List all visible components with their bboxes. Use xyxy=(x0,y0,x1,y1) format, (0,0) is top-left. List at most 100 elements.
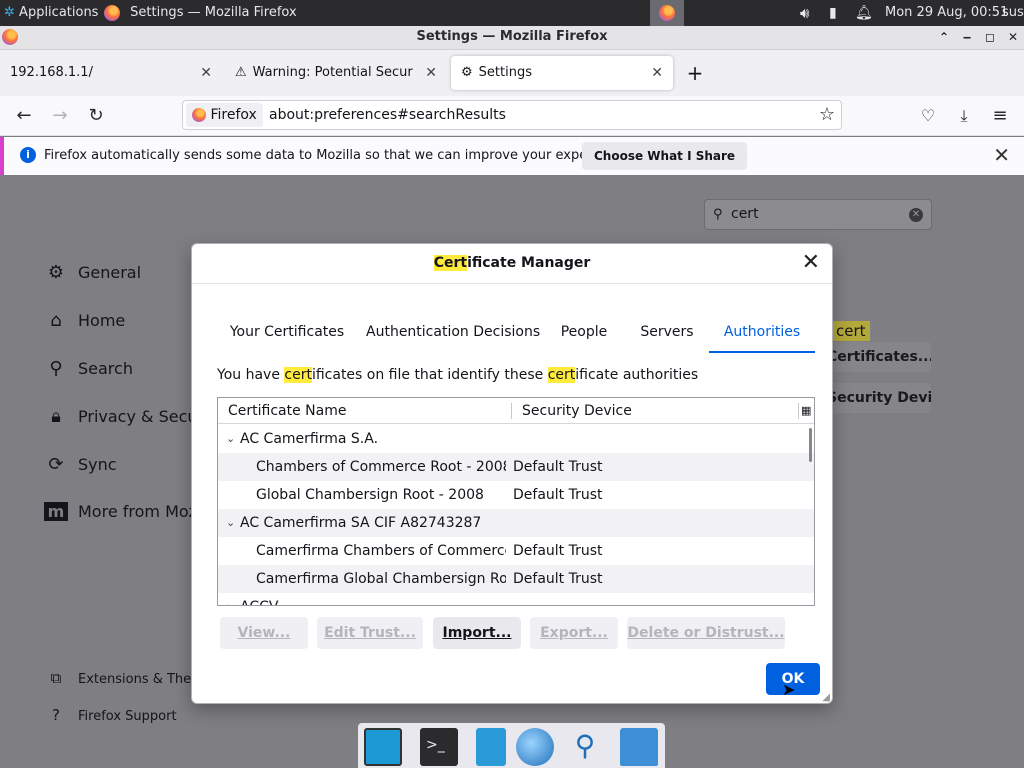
hamburger-menu-icon[interactable]: ≡ xyxy=(986,102,1014,130)
cert-name: Camerfirma Chambers of Commerce R... xyxy=(256,543,506,559)
sidebar-item-general[interactable]: ⚙ General xyxy=(44,262,141,283)
button-label: View... xyxy=(237,625,291,641)
window-shade-icon[interactable]: ⌃ xyxy=(935,28,953,46)
bookmark-star-icon[interactable]: ☆ xyxy=(819,101,835,129)
chevron-right-icon[interactable]: › xyxy=(226,593,230,605)
tree-group-row[interactable]: ⌄ AC Camerfirma S.A. xyxy=(218,425,814,453)
column-picker-icon[interactable]: ▦ xyxy=(801,398,811,424)
info-icon: i xyxy=(20,147,36,163)
home-icon: ⌂ xyxy=(50,310,62,331)
tab-servers[interactable]: Servers xyxy=(632,313,702,353)
show-desktop-icon[interactable] xyxy=(364,728,402,766)
sidebar-item-home[interactable]: ⌂ Home xyxy=(44,310,125,331)
resize-grip-icon[interactable]: ◢ xyxy=(822,692,830,703)
forward-arrow-icon[interactable]: → xyxy=(46,102,74,130)
new-tab-plus-icon[interactable]: + xyxy=(684,58,706,88)
chevron-down-icon[interactable]: ⌄ xyxy=(226,509,235,537)
downloads-icon[interactable]: ⤓ xyxy=(950,102,978,130)
dialog-close-icon[interactable]: ✕ xyxy=(802,252,820,274)
tab-authentication-decisions[interactable]: Authentication Decisions xyxy=(366,313,540,353)
tab-security-warning[interactable]: ⚠Warning: Potential Security Risk Ahead … xyxy=(225,56,447,90)
tree-group-row[interactable]: › ACCV xyxy=(218,593,814,605)
tree-row[interactable]: Camerfirma Chambers of Commerce R... Defa… xyxy=(218,537,814,565)
clock[interactable]: Mon 29 Aug, 00:51 xyxy=(885,0,1008,26)
close-tab-icon[interactable]: ✕ xyxy=(200,56,212,90)
column-header-security-device[interactable]: Security Device xyxy=(522,398,632,424)
terminal-icon[interactable]: >_ xyxy=(420,728,458,766)
search-result-tag: cert xyxy=(832,321,870,341)
tree-row[interactable]: Camerfirma Global Chambersign Root Defaul… xyxy=(218,565,814,593)
applications-label: Applications xyxy=(19,5,99,20)
taskbar-window-title: Settings — Mozilla Firefox xyxy=(130,5,297,20)
back-arrow-icon[interactable]: ← xyxy=(10,102,38,130)
button-label: Delete or Distrust... xyxy=(627,625,785,641)
button-label: Certificates... xyxy=(827,349,931,365)
tab-strip: 192.168.1.1/ ✕ ⚠ Warning: Potential Secur… xyxy=(0,50,1024,96)
sidebar-item-search[interactable]: ⚲ Search xyxy=(44,358,133,379)
tree-scrollbar[interactable] xyxy=(809,428,812,462)
window-minimize-icon[interactable]: ‒ xyxy=(958,28,976,46)
mozilla-icon: m xyxy=(44,502,68,521)
import-button[interactable]: Import... xyxy=(433,617,521,649)
tree-row[interactable]: Global Chambersign Root - 2008 Default Tr… xyxy=(218,481,814,509)
sidebar-item-support[interactable]: ? Firefox Support xyxy=(44,706,177,724)
preferences-search-input[interactable]: ⚲ cert ✕ xyxy=(704,199,932,230)
file-manager-icon[interactable] xyxy=(476,728,506,766)
window-close-icon[interactable]: ✕ xyxy=(1004,28,1022,46)
taskbar-firefox-button[interactable]: Settings — Mozilla Firefox xyxy=(104,0,297,26)
notification-bell-icon[interactable]: 🔔︎ xyxy=(855,0,873,26)
cert-name: AC Camerfirma SA CIF A82743287 xyxy=(240,515,482,531)
folder-icon[interactable] xyxy=(620,728,658,766)
close-tab-icon[interactable]: ✕ xyxy=(421,56,437,90)
volume-icon[interactable]: 🔊︎ xyxy=(800,0,809,26)
sidebar-item-sync[interactable]: ⟳ Sync xyxy=(44,454,116,475)
reload-icon[interactable]: ↻ xyxy=(82,102,110,130)
gear-icon: ⚙ xyxy=(461,65,473,80)
cert-device: Default Trust xyxy=(513,543,603,559)
window-maximize-icon[interactable]: ◻ xyxy=(981,28,999,46)
tab-people[interactable]: People xyxy=(554,313,614,353)
applications-icon: ✲ xyxy=(4,5,15,20)
choose-what-i-share-button[interactable]: Choose What I Share xyxy=(582,142,748,170)
user-menu[interactable]: sus xyxy=(1002,0,1024,26)
web-browser-icon[interactable] xyxy=(516,728,554,766)
button-label: Export... xyxy=(540,625,608,641)
sidebar-item-label: Search xyxy=(78,359,133,378)
authorities-description: You have certificates on file that ident… xyxy=(217,367,698,383)
export-button[interactable]: Export... xyxy=(530,617,618,649)
battery-icon[interactable]: ▮ xyxy=(829,0,837,26)
preferences-search-value: cert xyxy=(731,206,759,222)
mouse-cursor-icon: ➤ xyxy=(782,680,796,699)
sidebar-item-label: Firefox Support xyxy=(78,709,177,724)
chevron-down-icon[interactable]: ⌄ xyxy=(226,425,235,453)
certificate-tree[interactable]: Certificate Name Security Device ▦ ⌄ AC C… xyxy=(217,397,815,606)
clear-search-icon[interactable]: ✕ xyxy=(909,208,923,222)
delete-or-distrust-button[interactable]: Delete or Distrust... xyxy=(627,617,785,649)
cert-name: AC Camerfirma S.A. xyxy=(240,431,379,447)
dialog-title: Certificate Manager xyxy=(192,244,832,284)
cert-device: Default Trust xyxy=(513,571,603,587)
tree-group-row[interactable]: ⌄ AC Camerfirma SA CIF A82743287 xyxy=(218,509,814,537)
app-finder-icon[interactable]: ⚲ xyxy=(566,728,604,766)
pocket-icon[interactable]: ♡ xyxy=(914,102,942,130)
dock: >_ ⚲ xyxy=(358,723,665,768)
url-bar[interactable]: Firefox about:preferences#searchResults … xyxy=(182,100,842,130)
workspace-switcher[interactable] xyxy=(650,0,684,26)
close-notification-icon[interactable]: ✕ xyxy=(993,143,1010,167)
tree-row[interactable]: Chambers of Commerce Root - 2008 Default … xyxy=(218,453,814,481)
column-header-certificate-name[interactable]: Certificate Name xyxy=(228,398,346,424)
tab-your-certificates[interactable]: Your Certificates xyxy=(227,313,347,353)
firefox-identity-icon xyxy=(192,108,206,122)
tab-label: Settings xyxy=(478,65,532,80)
edit-trust-button[interactable]: Edit Trust... xyxy=(317,617,423,649)
search-icon: ⚲ xyxy=(713,207,723,222)
navigation-toolbar: ← → ↻ Firefox about:preferences#searchRe… xyxy=(0,96,1024,136)
tab-settings[interactable]: ⚙ Settings ✕ xyxy=(451,56,673,90)
applications-menu[interactable]: ✲ Applications ⋮ xyxy=(4,0,116,26)
identity-box[interactable]: Firefox xyxy=(186,103,263,127)
tab-authorities[interactable]: Authorities xyxy=(709,313,815,353)
url-text[interactable]: about:preferences#searchResults xyxy=(269,101,506,129)
view-button[interactable]: View... xyxy=(220,617,308,649)
close-tab-icon[interactable]: ✕ xyxy=(651,56,663,90)
tab-router[interactable]: 192.168.1.1/ ✕ xyxy=(0,56,222,90)
